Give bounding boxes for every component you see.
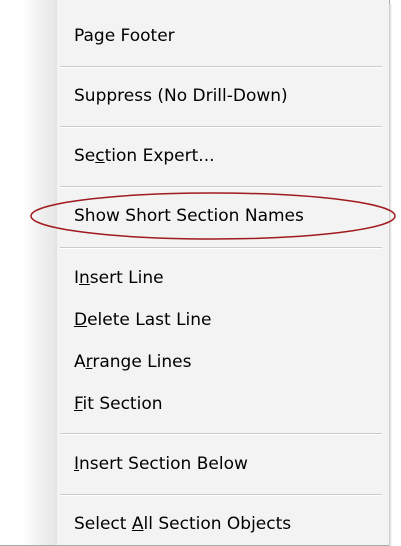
menu-item-section-expert[interactable]: Section Expert... xyxy=(74,146,374,166)
menu-item-insert-section-below[interactable]: Insert Section Below xyxy=(74,454,374,474)
menu-item-label: Suppress (No Drill-Down) xyxy=(74,86,288,106)
menu-item-label: Show Short Section Names xyxy=(74,206,304,226)
menu-item-accelerator: F xyxy=(74,394,83,414)
menu-item-label: Se xyxy=(74,146,96,166)
menu-item-arrange-lines[interactable]: Arrange Lines xyxy=(74,352,374,372)
menu-item-accelerator: A xyxy=(131,514,144,534)
menu-item-label: it Section xyxy=(82,394,163,414)
menu-separator xyxy=(60,66,382,68)
menu-item-accelerator: n xyxy=(79,268,90,288)
menu-separator xyxy=(60,494,382,496)
menu-item-label: nsert Section Below xyxy=(79,454,248,474)
menu-item-accelerator: c xyxy=(95,146,105,166)
menu-item-delete-last-line[interactable]: Delete Last Line xyxy=(74,310,374,330)
menu-item-label: Page Footer xyxy=(74,26,175,46)
menu-item-label: tion Expert... xyxy=(104,146,215,166)
menu-item-page-footer[interactable]: Page Footer xyxy=(74,26,374,46)
menu-item-label: Select xyxy=(74,514,132,534)
menu-item-accelerator: D xyxy=(74,310,88,330)
menu-item-select-all-section-objects[interactable]: Select All Section Objects xyxy=(74,514,374,534)
menu-item-insert-line[interactable]: Insert Line xyxy=(74,268,374,288)
menu-separator xyxy=(60,433,382,435)
menu-item-show-short-section-names[interactable]: Show Short Section Names xyxy=(74,206,374,226)
menu-separator xyxy=(60,186,382,188)
menu-separator xyxy=(60,247,382,249)
menu-item-suppress-no-drill-down[interactable]: Suppress (No Drill-Down) xyxy=(74,86,374,106)
menu-icon-gutter xyxy=(0,0,57,545)
menu-item-fit-section[interactable]: Fit Section xyxy=(74,394,374,414)
menu-separator xyxy=(60,126,382,128)
menu-drop-shadow xyxy=(389,4,392,546)
context-menu: Page Footer Suppress (No Drill-Down) Sec… xyxy=(0,0,390,546)
menu-item-label: A xyxy=(74,352,86,372)
menu-item-label: ll Section Objects xyxy=(143,514,292,534)
menu-item-label: elete Last Line xyxy=(87,310,212,330)
menu-item-label: range Lines xyxy=(92,352,192,372)
menu-item-label: sert Line xyxy=(89,268,164,288)
